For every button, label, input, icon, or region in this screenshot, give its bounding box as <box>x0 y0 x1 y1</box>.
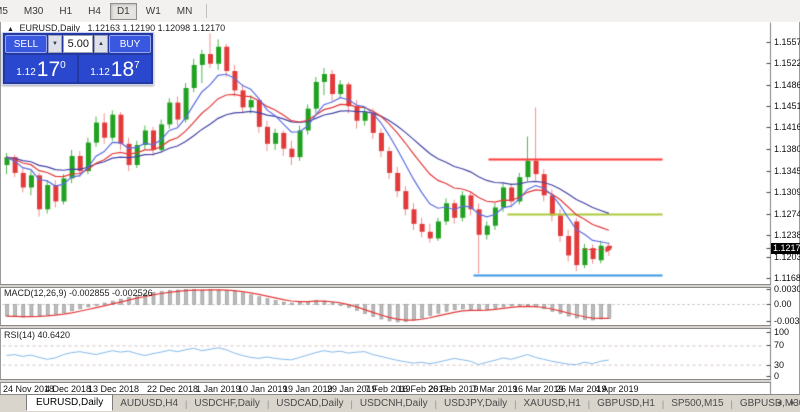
price-axis-label: 1.12380 <box>774 230 800 240</box>
tab-scroll-left-icon[interactable]: ◄ <box>775 398 783 407</box>
price-axis-label: 1.13800 <box>774 144 800 154</box>
date-axis-label: 26 Feb 2019 <box>428 384 479 394</box>
chart-tab-usdcnh-daily[interactable]: USDCNH,Daily <box>353 397 435 410</box>
price-axis-label: 1.13450 <box>774 166 800 176</box>
chart-tab-usdcad-daily[interactable]: USDCAD,Daily <box>269 397 350 410</box>
price-axis-label: 1.13090 <box>774 187 800 197</box>
tab-scroll-controls: ◄ ► <box>775 398 797 407</box>
buy-button[interactable]: BUY <box>109 35 151 53</box>
sell-button[interactable]: SELL <box>5 35 47 53</box>
macd-axis-label: 0.00 <box>774 299 792 309</box>
sell-price-prefix: 1.12 <box>16 66 35 80</box>
sell-price-display[interactable]: 1.12 17 0 <box>5 55 77 82</box>
macd-axis-label: -0.003947 <box>774 316 800 326</box>
date-axis-label: 19 Jan 2019 <box>283 384 333 394</box>
chart-tab-usdchf-daily[interactable]: USDCHF,Daily <box>187 397 267 410</box>
date-axis-label: 10 Jan 2019 <box>238 384 288 394</box>
date-axis-label: 4 Apr 2019 <box>595 384 639 394</box>
price-axis-label: 1.12740 <box>774 209 800 219</box>
tab-scroll-right-icon[interactable]: ► <box>789 398 797 407</box>
trading-platform-window: M5M30H1H4D1W1MN ▲ EURUSD,Daily 1.12163 1… <box>0 0 800 412</box>
price-axis-label: 1.14860 <box>774 80 800 90</box>
date-axis-separator <box>0 379 771 383</box>
one-click-trade-panel: SELL ▼ 5.00 ▲ BUY 1.12 17 0 1.12 18 7 <box>2 32 154 85</box>
rsi-indicator-label: RSI(14) 40.6420 <box>4 330 70 340</box>
rsi-axis-label: 70 <box>774 340 784 350</box>
price-axis-label: 1.14160 <box>774 122 800 132</box>
buy-price-display[interactable]: 1.12 18 7 <box>79 55 151 82</box>
volume-increase-button[interactable]: ▲ <box>94 35 108 53</box>
buy-price-pip-digit: 7 <box>134 61 140 71</box>
volume-field[interactable]: 5.00 <box>63 35 93 53</box>
chart-tab-xauusd-h1[interactable]: XAUUSD,H1 <box>517 397 588 410</box>
chart-tab-usdjpy-daily[interactable]: USDJPY,Daily <box>437 397 514 410</box>
date-axis-label: 22 Dec 2018 <box>147 384 198 394</box>
rsi-axis-label: 0 <box>774 371 779 381</box>
chart-tab-gbpusd-h1[interactable]: GBPUSD,H1 <box>590 397 662 410</box>
buy-price-big-digits: 18 <box>111 60 134 80</box>
price-axis-label: 1.15570 <box>774 37 800 47</box>
chart-tab-audusd-h4[interactable]: AUDUSD,H4 <box>113 397 185 410</box>
macd-axis-label: 0.003095 <box>774 284 800 294</box>
date-axis-label: 4 Dec 2018 <box>45 384 91 394</box>
current-price-label: 1.12170 <box>771 243 800 254</box>
buy-price-prefix: 1.12 <box>90 66 109 80</box>
date-axis-label: 1 Jan 2019 <box>196 384 241 394</box>
rsi-axis-label: 30 <box>774 360 784 370</box>
chart-tab-sp500-m15[interactable]: SP500,M15 <box>664 397 730 410</box>
date-axis-label: 13 Dec 2018 <box>88 384 139 394</box>
price-axis-label: 1.14510 <box>774 101 800 111</box>
price-axis-label: 1.11680 <box>774 273 800 283</box>
sell-price-big-digits: 17 <box>37 60 60 80</box>
macd-indicator-label: MACD(12,26,9) -0.002855 -0.002526 <box>4 288 153 298</box>
chart-tab-eurusd-daily[interactable]: EURUSD,Daily <box>26 394 113 411</box>
sell-price-pip-digit: 0 <box>60 61 66 71</box>
chart-tab-bar: EURUSD,DailyAUDUSD,H4|USDCHF,Daily|USDCA… <box>0 394 800 412</box>
date-axis-label: 7 Mar 2019 <box>472 384 518 394</box>
rsi-panel-separator[interactable] <box>0 325 771 329</box>
rsi-axis-label: 100 <box>774 327 789 337</box>
price-axis-label: 1.15220 <box>774 58 800 68</box>
volume-decrease-button[interactable]: ▼ <box>48 35 62 53</box>
